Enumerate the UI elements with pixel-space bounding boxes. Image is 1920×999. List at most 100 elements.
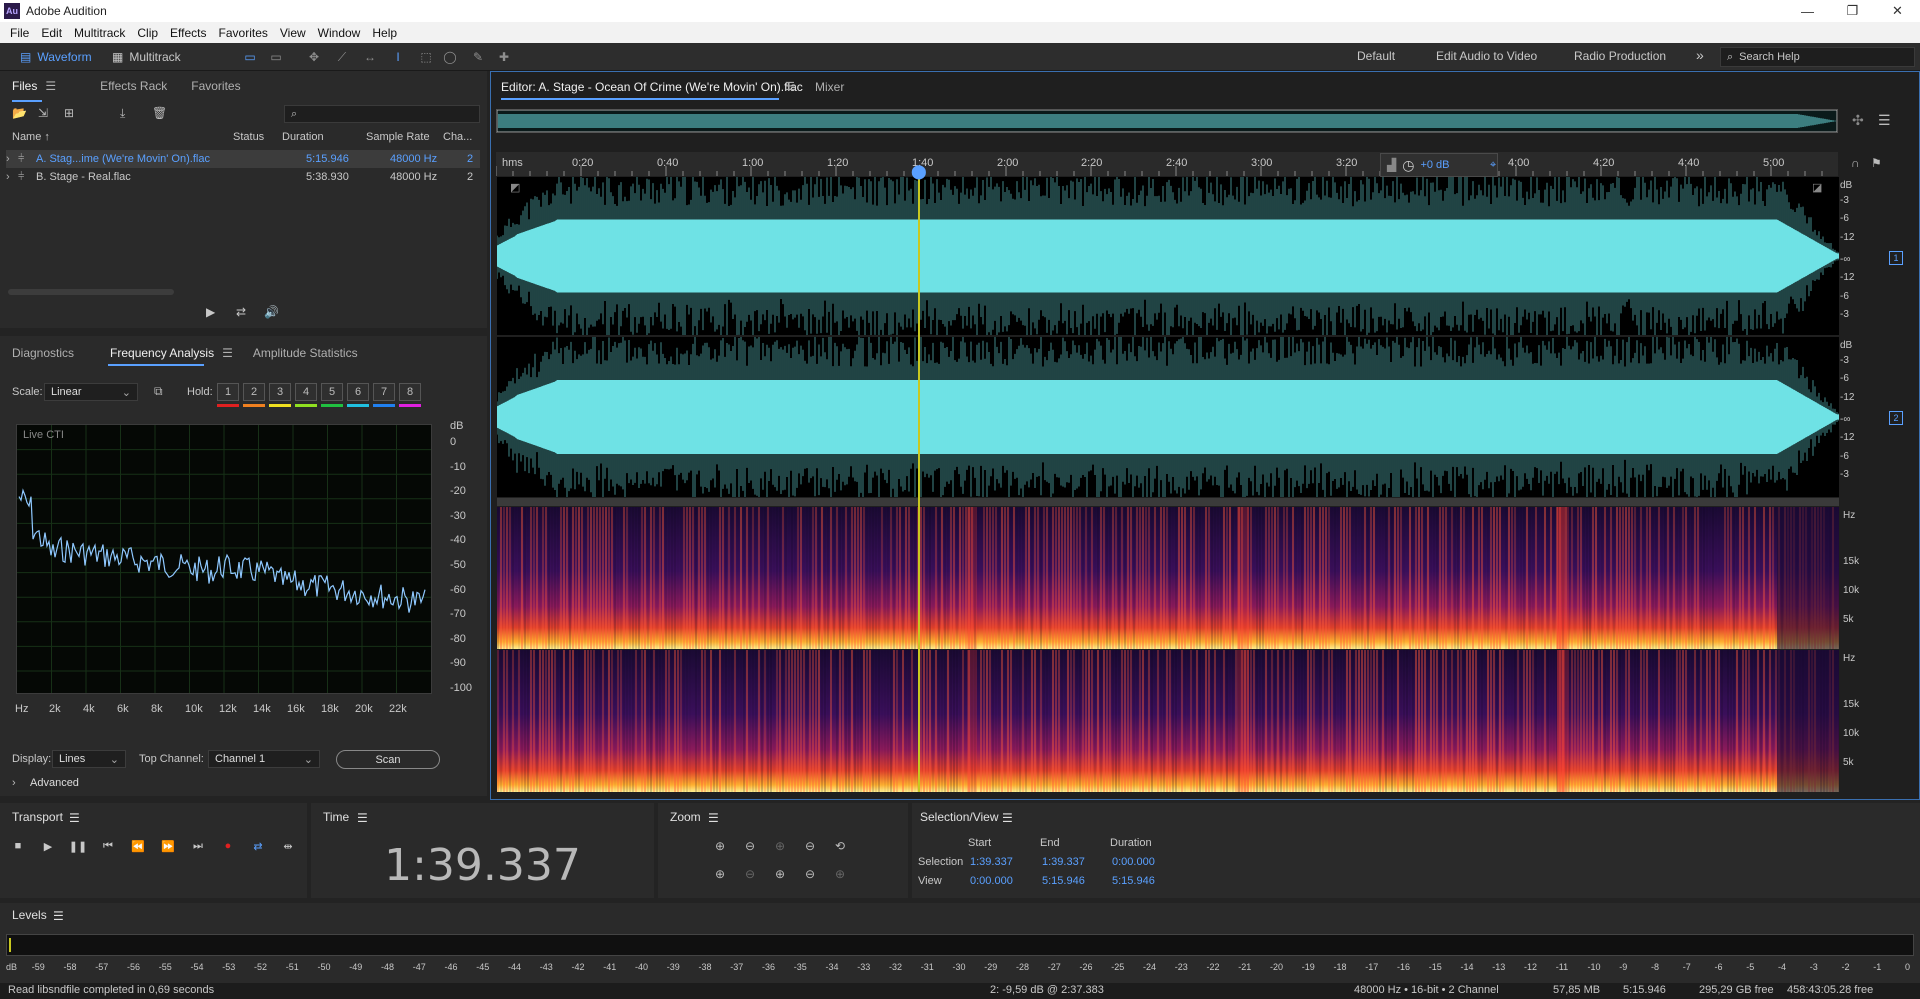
- play-icon[interactable]: ▶: [40, 838, 56, 854]
- zoom-full-icon[interactable]: ⟲: [831, 837, 849, 855]
- menu-clip[interactable]: Clip: [131, 26, 164, 40]
- horizontal-scrollbar[interactable]: [8, 289, 174, 295]
- previous-icon[interactable]: ⏮: [100, 838, 116, 854]
- menu-help[interactable]: Help: [366, 26, 403, 40]
- hold-button-5[interactable]: 5: [321, 383, 343, 401]
- zoom-in-amplitude-icon[interactable]: ⊕: [711, 837, 729, 855]
- menu-view[interactable]: View: [274, 26, 312, 40]
- play-preview-icon[interactable]: ▶: [206, 305, 215, 319]
- expand-advanced-icon[interactable]: ›: [12, 777, 16, 789]
- zoom-in-time-icon[interactable]: ⊕: [771, 837, 789, 855]
- next-icon[interactable]: ⏭: [190, 838, 206, 854]
- menu-edit[interactable]: Edit: [35, 26, 68, 40]
- maximize-icon[interactable]: ❐: [1830, 0, 1875, 22]
- tab-amplitude-statistics[interactable]: Amplitude Statistics: [253, 346, 358, 360]
- tab-favorites[interactable]: Favorites: [191, 79, 240, 93]
- marker-icon[interactable]: ⚑: [1871, 156, 1882, 170]
- volume-knob-icon[interactable]: ◷: [1402, 157, 1414, 174]
- pause-icon[interactable]: ❚❚: [69, 838, 87, 854]
- scan-button[interactable]: Scan: [336, 750, 440, 769]
- zoom-out-point-icon[interactable]: ⊖: [741, 865, 759, 883]
- insert-into-multitrack-icon[interactable]: ⤓: [120, 106, 125, 121]
- waveform-channel-1[interactable]: [496, 173, 1840, 351]
- fade-in-icon[interactable]: ◩: [510, 181, 520, 194]
- search-help-input[interactable]: ⌕ Search Help: [1720, 47, 1915, 67]
- loop-icon[interactable]: ⇄: [250, 838, 266, 854]
- pin-icon[interactable]: ⌖: [1490, 159, 1496, 172]
- multitrack-view-button[interactable]: ▦ Multitrack: [112, 47, 181, 67]
- new-file-icon[interactable]: ⊞: [64, 106, 74, 120]
- scale-dropdown[interactable]: Linear ⌄: [44, 383, 138, 401]
- selection-end[interactable]: 1:39.337: [1042, 856, 1085, 868]
- playhead-handle-icon[interactable]: ⬤: [911, 163, 927, 180]
- zoom-in-point-icon[interactable]: ⊕: [711, 865, 729, 883]
- hold-button-8[interactable]: 8: [399, 383, 421, 401]
- panel-menu-icon[interactable]: ☰: [708, 811, 719, 825]
- channel-1-badge[interactable]: 1: [1889, 251, 1903, 265]
- slip-tool-icon[interactable]: ↔: [362, 49, 378, 65]
- move-tool-icon[interactable]: ✥: [306, 49, 322, 65]
- marquee-tool-icon[interactable]: ⬚: [418, 49, 434, 65]
- fast-forward-icon[interactable]: ⏩: [160, 838, 176, 854]
- spectrogram-channel-1[interactable]: [497, 507, 1840, 649]
- top-channel-dropdown[interactable]: Channel 1 ⌄: [208, 750, 320, 768]
- editor-tab[interactable]: Editor: A. Stage - Ocean Of Crime (We're…: [501, 80, 803, 94]
- menu-window[interactable]: Window: [312, 26, 367, 40]
- panel-menu-icon[interactable]: ☰: [222, 346, 233, 360]
- panel-menu-icon[interactable]: ☰: [785, 80, 795, 93]
- zoom-out-time-icon[interactable]: ⊖: [801, 837, 819, 855]
- hold-button-1[interactable]: 1: [217, 383, 239, 401]
- hud-volume[interactable]: ▟ ◷ +0 dB: [1380, 153, 1498, 177]
- rewind-icon[interactable]: ⏪: [130, 838, 146, 854]
- zoom-selection-icon[interactable]: ⊕: [771, 865, 789, 883]
- more-workspaces-icon[interactable]: »: [1696, 47, 1704, 63]
- hold-button-6[interactable]: 6: [347, 383, 369, 401]
- zoom-out-amplitude-icon[interactable]: ⊖: [741, 837, 759, 855]
- panel-menu-icon[interactable]: ☰: [1002, 811, 1013, 825]
- view-duration[interactable]: 5:15.946: [1112, 875, 1155, 887]
- display-dropdown[interactable]: Lines ⌄: [52, 750, 126, 768]
- hold-button-3[interactable]: 3: [269, 383, 291, 401]
- tab-files[interactable]: Files: [12, 79, 37, 93]
- tab-diagnostics[interactable]: Diagnostics: [12, 346, 74, 360]
- headphones-icon[interactable]: ∩: [1851, 156, 1860, 170]
- files-search-input[interactable]: ⌕: [284, 105, 480, 123]
- time-selection-tool-icon[interactable]: I: [390, 49, 406, 65]
- view-end[interactable]: 5:15.946: [1042, 875, 1085, 887]
- waveform-channel-2[interactable]: [496, 333, 1840, 511]
- zoom-out-full-icon[interactable]: ⊖: [801, 865, 819, 883]
- advanced-section[interactable]: Advanced: [30, 777, 79, 789]
- razor-tool-icon[interactable]: ⟋: [334, 49, 350, 65]
- spectral-editor-icon[interactable]: ▭: [268, 49, 284, 65]
- stop-icon[interactable]: ■: [10, 838, 26, 854]
- loop-preview-icon[interactable]: ⇄: [236, 305, 246, 319]
- autoplay-icon[interactable]: 🔊: [264, 305, 279, 319]
- view-divider[interactable]: [497, 498, 1839, 506]
- panel-menu-icon[interactable]: ☰: [45, 79, 56, 93]
- panel-menu-icon[interactable]: ☰: [69, 811, 80, 825]
- channel-2-badge[interactable]: 2: [1889, 411, 1903, 425]
- gain-value[interactable]: +0 dB: [1420, 159, 1449, 171]
- panel-menu-icon[interactable]: ☰: [53, 909, 64, 923]
- import-file-icon[interactable]: ⇲: [38, 106, 48, 120]
- lock-icon[interactable]: ⧉: [154, 384, 163, 399]
- menu-file[interactable]: File: [4, 26, 35, 40]
- zoom-lock-icon[interactable]: ✣: [1852, 112, 1864, 129]
- spot-healing-icon[interactable]: ✚: [496, 49, 512, 65]
- hold-button-7[interactable]: 7: [373, 383, 395, 401]
- col-channels[interactable]: Cha...: [443, 131, 472, 143]
- selection-duration[interactable]: 0:00.000: [1112, 856, 1155, 868]
- selection-start[interactable]: 1:39.337: [970, 856, 1013, 868]
- minimize-icon[interactable]: —: [1785, 0, 1830, 22]
- file-row[interactable]: › ⫩ A. Stag...ime (We're Movin' On).flac…: [6, 150, 480, 168]
- close-icon[interactable]: ✕: [1875, 0, 1920, 22]
- menu-multitrack[interactable]: Multitrack: [68, 26, 131, 40]
- panel-menu-icon[interactable]: ☰: [357, 811, 368, 825]
- col-status[interactable]: Status: [233, 131, 264, 143]
- spectrogram-channel-2[interactable]: [497, 650, 1840, 792]
- waveform-view-button[interactable]: ▤ Waveform: [20, 47, 92, 67]
- lasso-tool-icon[interactable]: ◯: [442, 49, 458, 65]
- fade-out-icon[interactable]: ◪: [1812, 181, 1822, 194]
- file-row[interactable]: › ⫩ B. Stage - Real.flac 5:38.930 48000 …: [6, 168, 480, 186]
- workspace-default[interactable]: Default: [1357, 49, 1395, 63]
